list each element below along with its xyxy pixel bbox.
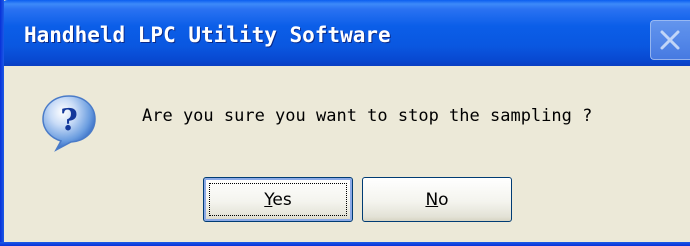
message-dialog: Handheld LPC Utility Software ? Are you bbox=[0, 0, 690, 246]
no-mnemonic: N bbox=[425, 190, 439, 210]
no-label-rest: o bbox=[438, 190, 449, 210]
svg-text:?: ? bbox=[60, 103, 78, 138]
close-button[interactable] bbox=[650, 20, 690, 60]
yes-button-label: Yes bbox=[204, 190, 352, 210]
no-button-label: No bbox=[363, 190, 511, 210]
yes-button[interactable]: Yes bbox=[203, 177, 353, 222]
yes-label-rest: es bbox=[272, 190, 292, 210]
title-bar[interactable]: Handheld LPC Utility Software bbox=[0, 0, 690, 66]
dialog-title: Handheld LPC Utility Software bbox=[24, 23, 391, 47]
window-frame-bottom bbox=[0, 242, 690, 246]
question-icon: ? bbox=[38, 92, 100, 154]
dialog-message: Are you sure you want to stop the sampli… bbox=[142, 106, 593, 126]
no-button[interactable]: No bbox=[362, 177, 512, 222]
close-icon bbox=[660, 30, 680, 50]
window-frame-left bbox=[0, 0, 4, 246]
